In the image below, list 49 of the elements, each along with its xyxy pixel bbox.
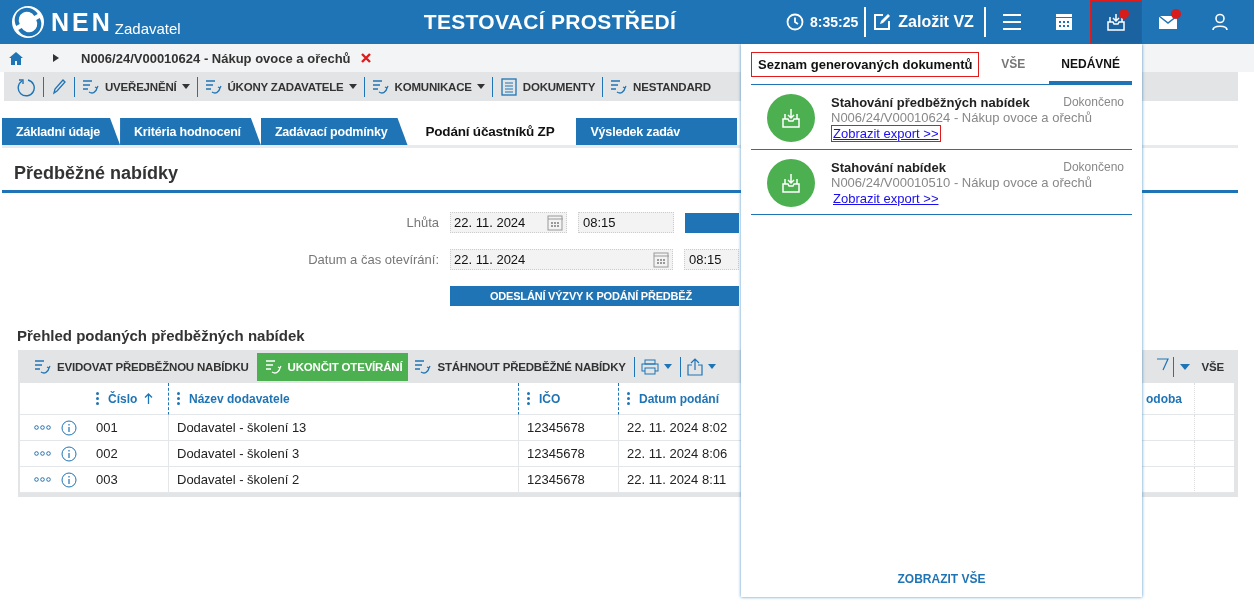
document-reference: N006/24/V00010510 - Nákup ovoce a ořechů [831,174,1093,190]
table-cell: Dodavatel - školení 2 [168,467,518,493]
menu-button[interactable]: KOMUNIKACE [369,74,487,99]
environment-title: TESTOVACÍ PROSTŘEDÍ [422,10,678,34]
tab[interactable]: NEDÁVNÉ [1049,44,1132,84]
menu-button[interactable]: UVEŘEJNĚNÍ [80,74,192,99]
send-invitation-button[interactable]: ODESLÁNÍ VÝZVY K PODÁNÍ PŘEDBĚŽ [450,286,739,306]
table-cell: 12345678 [518,441,618,467]
tab[interactable]: VŠE [989,44,1038,84]
clock-time: 8:35:25 [810,14,859,30]
toolbar-button[interactable]: DOKUMENTY [497,74,598,99]
filter-dropdown[interactable]: VŠE [1177,352,1228,381]
table-cell: 12345678 [518,467,618,493]
column-header[interactable]: Číslo [88,383,168,415]
time-field[interactable]: 08:15 [684,249,739,270]
column-header[interactable]: Název dodavatele [168,383,518,415]
tab[interactable]: Základní údaje [2,118,121,145]
panel-title: Seznam generovaných dokumentů [751,51,979,77]
menu-button[interactable]: ÚKONY ZADAVATELE [202,74,359,99]
table-cell: Dodavatel - školení 13 [168,415,518,441]
tab[interactable]: Zadávací podmínky [260,118,408,145]
logo-text: NEN [51,7,113,37]
time-field[interactable]: 08:15 [578,212,674,233]
create-button[interactable]: Založit VZ [872,12,978,32]
tab[interactable]: Kritéria hodnocení [120,118,261,145]
breadcrumb-title[interactable]: N006/24/V00010624 - Nákup ovoce a ořechů [81,50,351,66]
table-cell: 001 [88,415,168,441]
field-label: Lhůta [405,215,439,230]
logo-subtitle: Zadavatel [114,20,181,37]
date-field[interactable]: 22. 11. 2024 [450,249,673,270]
status-label: Dokončeno [1063,159,1124,175]
table-cell: Dodavatel - školení 3 [168,441,518,467]
table-cell: 12345678 [518,415,618,441]
table-cell: 002 [88,441,168,467]
toolbar-button[interactable]: STÁHNOUT PŘEDBĚŽNÉ NABÍDKY [412,352,630,381]
document-reference: N006/24/V00010624 - Nákup ovoce a ořechů [831,109,1093,125]
field-label: Datum a čas otevírání: [307,252,439,267]
table-title: Přehled podaných předběžných nabídek [17,327,306,344]
document-title: Stahování předběžných nabídek [831,94,1030,110]
tab[interactable]: Výsledek zadáv [576,118,737,145]
toolbar-button[interactable]: NESTANDARD [608,74,739,99]
document-title: Stahování nabídek [831,159,946,175]
table-cell: 003 [88,467,168,493]
export-link[interactable]: Zobrazit export >> [831,124,941,142]
show-all-link[interactable]: ZOBRAZIT VŠE [897,572,986,586]
date-field[interactable]: 22. 11. 2024 [450,212,567,233]
toolbar-button[interactable]: EVIDOVAT PŘEDBĚŽNOU NABÍDKU [32,352,253,381]
column-header[interactable]: IČO [518,383,618,415]
status-label: Dokončeno [1063,94,1124,110]
